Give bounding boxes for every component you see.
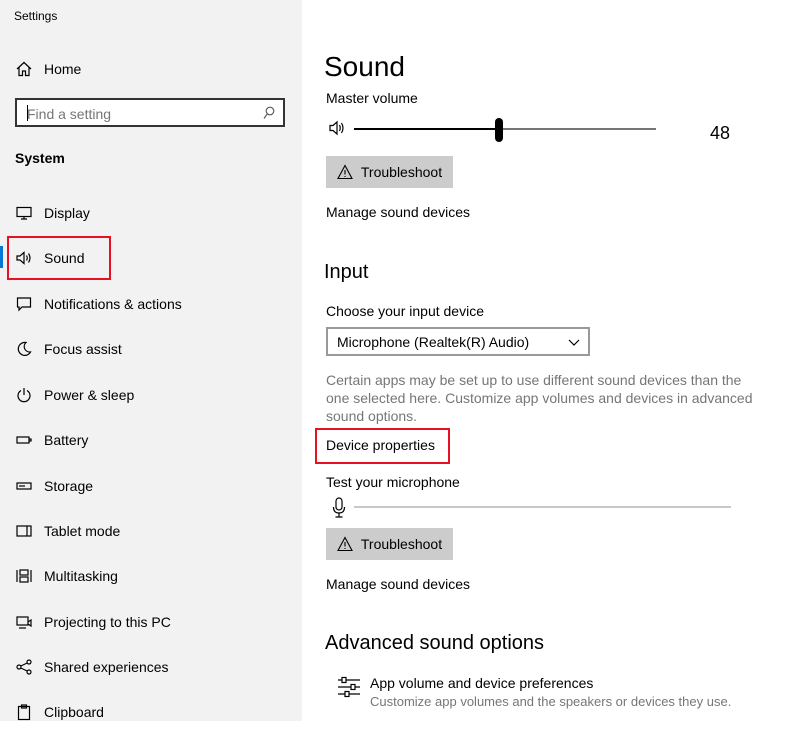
battery-icon <box>14 430 34 450</box>
sidebar-item-projecting[interactable]: Projecting to this PC <box>0 602 302 642</box>
sidebar-item-label: Battery <box>44 432 89 448</box>
search-input[interactable]: Find a setting <box>15 98 285 127</box>
sidebar-item-label: Clipboard <box>44 704 104 720</box>
sidebar-item-label: Focus assist <box>44 341 122 357</box>
sidebar-item-clipboard[interactable]: Clipboard <box>0 692 302 732</box>
input-device-dropdown[interactable]: Microphone (Realtek(R) Audio) <box>326 327 590 356</box>
home-icon <box>14 59 34 79</box>
section-heading: System <box>15 150 65 166</box>
microphone-icon <box>332 497 346 518</box>
sidebar-item-label: Display <box>44 205 90 221</box>
chevron-down-icon <box>568 339 580 346</box>
meter-track <box>354 506 731 508</box>
sidebar-item-label: Notifications & actions <box>44 296 182 312</box>
projecting-icon <box>14 612 34 632</box>
clipboard-icon <box>14 702 34 722</box>
sidebar-item-shared-experiences[interactable]: Shared experiences <box>0 647 302 687</box>
input-info-text: Certain apps may be set up to use differ… <box>326 372 753 424</box>
notifications-icon <box>14 294 34 314</box>
device-properties-highlight-box <box>315 428 450 464</box>
sidebar-item-storage[interactable]: Storage <box>0 466 302 506</box>
multitasking-icon <box>14 566 34 586</box>
sidebar-item-display[interactable]: Display <box>0 193 302 233</box>
home-button[interactable]: Home <box>0 49 302 89</box>
sidebar-item-label: Projecting to this PC <box>44 614 171 630</box>
choose-input-label: Choose your input device <box>326 303 484 319</box>
app-volume-preferences-desc: Customize app volumes and the speakers o… <box>370 694 732 709</box>
sidebar-item-power-sleep[interactable]: Power & sleep <box>0 375 302 415</box>
sidebar-item-notifications[interactable]: Notifications & actions <box>0 284 302 324</box>
slider-thumb[interactable] <box>495 118 503 142</box>
sidebar-item-label: Power & sleep <box>44 387 135 403</box>
troubleshoot-button[interactable]: Troubleshoot <box>326 156 453 188</box>
microphone-level-meter <box>354 505 731 509</box>
sidebar-item-multitasking[interactable]: Multitasking <box>0 556 302 596</box>
input-manage-sound-devices-link[interactable]: Manage sound devices <box>326 576 470 592</box>
troubleshoot-label: Troubleshoot <box>360 164 443 180</box>
sound-highlight-box <box>7 236 111 280</box>
sidebar: Settings Home Find a setting System Disp… <box>0 0 302 721</box>
search-icon <box>263 106 275 119</box>
app-title: Settings <box>14 9 58 23</box>
sidebar-item-tablet-mode[interactable]: Tablet mode <box>0 511 302 551</box>
sliders-icon <box>338 676 360 698</box>
sidebar-item-focus-assist[interactable]: Focus assist <box>0 329 302 369</box>
app-volume-preferences-link[interactable]: App volume and device preferences <box>370 675 593 691</box>
master-volume-slider[interactable] <box>354 118 656 142</box>
volume-value: 48 <box>710 123 731 143</box>
warning-icon <box>336 164 353 180</box>
sidebar-item-label: Multitasking <box>44 568 118 584</box>
manage-sound-devices-link[interactable]: Manage sound devices <box>326 204 470 220</box>
moon-icon <box>14 339 34 359</box>
display-icon <box>14 203 34 223</box>
tablet-icon <box>14 521 34 541</box>
input-troubleshoot-button[interactable]: Troubleshoot <box>326 528 453 560</box>
warning-icon <box>336 536 353 552</box>
sidebar-item-label: Storage <box>44 478 94 494</box>
input-heading: Input <box>324 261 369 283</box>
shared-icon <box>14 657 34 677</box>
test-microphone-label: Test your microphone <box>326 474 460 490</box>
storage-icon <box>14 476 34 496</box>
main-content: Sound Master volume 48 Troubleshoot Mana… <box>302 0 800 721</box>
sidebar-item-label: Tablet mode <box>44 523 121 539</box>
sidebar-item-battery[interactable]: Battery <box>0 420 302 460</box>
troubleshoot-label: Troubleshoot <box>360 536 443 552</box>
selected-device: Microphone (Realtek(R) Audio) <box>337 334 530 350</box>
master-volume-label: Master volume <box>326 90 418 106</box>
search-placeholder: Find a setting <box>27 106 112 122</box>
sidebar-item-label: Shared experiences <box>44 659 169 675</box>
slider-fill <box>354 128 499 130</box>
home-label: Home <box>44 61 82 77</box>
speaker-icon[interactable] <box>328 119 348 137</box>
page-title: Sound <box>324 51 405 82</box>
advanced-sound-heading: Advanced sound options <box>325 632 545 654</box>
power-icon <box>14 385 34 405</box>
